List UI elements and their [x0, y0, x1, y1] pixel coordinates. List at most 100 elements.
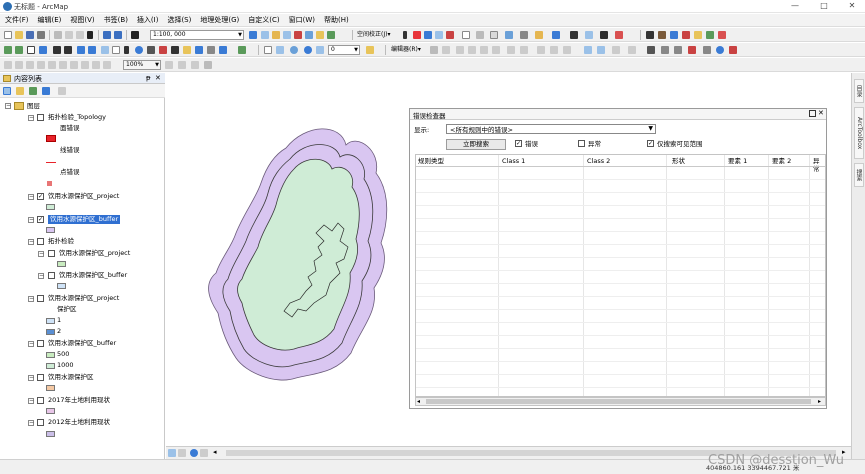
- error-grid[interactable]: 规则类型 Class 1 Class 2 形状 要素 1 要素 2 异常: [415, 154, 826, 397]
- delete-icon[interactable]: [87, 31, 93, 39]
- print-icon[interactable]: [37, 31, 45, 39]
- measure-icon[interactable]: [171, 46, 179, 54]
- collapse-icon[interactable]: −: [28, 296, 34, 302]
- layer-buffer-classified[interactable]: 饮用水源保护区_buffer: [48, 339, 116, 348]
- refresh-view-icon[interactable]: [190, 449, 198, 457]
- network-icon[interactable]: [658, 31, 666, 39]
- collapse-icon[interactable]: −: [28, 217, 34, 223]
- forward-extent-icon[interactable]: [88, 46, 96, 54]
- table-icon[interactable]: [585, 31, 593, 39]
- trace-icon[interactable]: [706, 31, 714, 39]
- point-tool-icon[interactable]: [492, 46, 500, 54]
- layout-zoom-in-icon[interactable]: [4, 61, 12, 69]
- new-document-icon[interactable]: [4, 31, 12, 39]
- go-to-xy-icon[interactable]: [159, 46, 167, 54]
- modify-link-icon[interactable]: [424, 31, 432, 39]
- report-icon[interactable]: [276, 46, 284, 54]
- layout-forward-icon[interactable]: [70, 61, 78, 69]
- modelbuilder-icon[interactable]: [316, 31, 324, 39]
- arctoolbox-tab[interactable]: ArcToolbox: [854, 107, 864, 159]
- data-view-icon[interactable]: [168, 449, 176, 457]
- select-features-icon[interactable]: [403, 31, 407, 39]
- layer-checkbox[interactable]: ✓: [37, 193, 44, 200]
- data-driven-pages-icon[interactable]: [191, 61, 199, 69]
- scroll-thumb[interactable]: [426, 399, 811, 404]
- layout-back-icon[interactable]: [59, 61, 67, 69]
- column-header-class1[interactable]: Class 1: [502, 157, 525, 165]
- collapse-icon[interactable]: −: [28, 398, 34, 404]
- topology-edit-tool-icon[interactable]: [703, 46, 711, 54]
- collapse-icon[interactable]: −: [38, 251, 44, 257]
- layer-icon[interactable]: [316, 46, 324, 54]
- zoom-out-icon[interactable]: [15, 46, 23, 54]
- spatial-adjustment-menu[interactable]: 空间校正(J)▾: [357, 31, 390, 39]
- hyperlink-icon[interactable]: [183, 46, 191, 54]
- edge-match-icon[interactable]: [505, 31, 513, 39]
- error-table-icon[interactable]: [729, 46, 737, 54]
- show-shared-icon[interactable]: [674, 46, 682, 54]
- edit-annotation-icon[interactable]: [442, 46, 450, 54]
- column-header-shape[interactable]: 形状: [672, 157, 685, 165]
- topology-icon[interactable]: [615, 31, 623, 39]
- zoom-100-icon[interactable]: [81, 61, 89, 69]
- pause-drawing-icon[interactable]: [200, 449, 208, 457]
- view-link-table-icon[interactable]: [535, 31, 543, 39]
- layer-checkbox[interactable]: [37, 374, 44, 381]
- layer-project[interactable]: 饮用水源保护区_project: [48, 192, 119, 201]
- new-displacement-link-icon[interactable]: [413, 31, 421, 39]
- attribute-transfer-icon[interactable]: [490, 31, 498, 39]
- menu-edit[interactable]: 编辑(E): [33, 14, 66, 25]
- layer-landuse-2012[interactable]: 2012年土地利用现状: [48, 418, 110, 427]
- show-dropdown[interactable]: <所有规则中的错误> ▼: [446, 124, 656, 134]
- list-by-drawing-order-icon[interactable]: [3, 87, 11, 95]
- straight-segment-icon[interactable]: [456, 46, 464, 54]
- error-grid-horizontal-scrollbar[interactable]: ◂ ▸: [415, 397, 826, 406]
- cut-icon[interactable]: [54, 31, 62, 39]
- full-extent-icon[interactable]: [39, 46, 47, 54]
- maximize-button[interactable]: □: [814, 1, 834, 10]
- create-viewer-icon[interactable]: [219, 46, 227, 54]
- paste-icon[interactable]: [76, 31, 84, 39]
- pan-icon[interactable]: [27, 46, 35, 54]
- column-header-class2[interactable]: Class 2: [587, 157, 610, 165]
- barrier-icon[interactable]: [694, 31, 702, 39]
- error-pointer-icon[interactable]: [716, 46, 724, 54]
- toc-window-icon[interactable]: [261, 31, 269, 39]
- globe-icon[interactable]: [290, 46, 298, 54]
- layer-protection-area[interactable]: 饮用水源保护区: [48, 373, 94, 382]
- column-header-feature1[interactable]: 要素 1: [728, 157, 747, 165]
- visible-extent-checkbox[interactable]: ✓: [647, 140, 654, 147]
- find-icon[interactable]: [147, 46, 155, 54]
- split-tool-icon[interactable]: [507, 46, 515, 54]
- editor-toolbar-icon[interactable]: [249, 31, 257, 39]
- zoom-whole-page-icon[interactable]: [37, 61, 45, 69]
- collapse-icon[interactable]: −: [28, 420, 34, 426]
- shared-features-icon[interactable]: [612, 46, 620, 54]
- error-inspector-close-button[interactable]: ✕: [818, 109, 824, 117]
- collapse-icon[interactable]: −: [28, 341, 34, 347]
- maximize-icon[interactable]: [809, 110, 816, 117]
- list-by-source-icon[interactable]: [16, 87, 24, 95]
- back-extent-icon[interactable]: [77, 46, 85, 54]
- multi-displacement-icon[interactable]: [435, 31, 443, 39]
- zoom-in-icon[interactable]: [4, 46, 12, 54]
- layout-zoom-combo[interactable]: 100% ▼: [123, 60, 161, 70]
- limited-adjust-icon[interactable]: [446, 31, 454, 39]
- clear-selection-icon[interactable]: [112, 46, 120, 54]
- topology-edit-icon[interactable]: [597, 46, 605, 54]
- time-slider-icon[interactable]: [207, 46, 215, 54]
- save-icon[interactable]: [26, 31, 34, 39]
- scroll-left-icon[interactable]: ◂: [417, 398, 420, 405]
- layout-pan-icon[interactable]: [26, 61, 34, 69]
- arctoolbox-icon[interactable]: [294, 31, 302, 39]
- collapse-icon[interactable]: −: [5, 103, 11, 109]
- catalog-tree-icon[interactable]: [327, 31, 335, 39]
- layer-topology[interactable]: 拓扑检验_Topology: [48, 113, 106, 122]
- rotate-tool-icon[interactable]: [520, 46, 528, 54]
- layer-checkbox[interactable]: [37, 238, 44, 245]
- edit-tool-icon[interactable]: [430, 46, 438, 54]
- fixed-zoom-in-icon[interactable]: [53, 46, 61, 54]
- layout-options-icon[interactable]: [204, 61, 212, 69]
- group-layer-topology-check[interactable]: 拓扑检验: [48, 237, 74, 246]
- layout-icon[interactable]: [600, 31, 608, 39]
